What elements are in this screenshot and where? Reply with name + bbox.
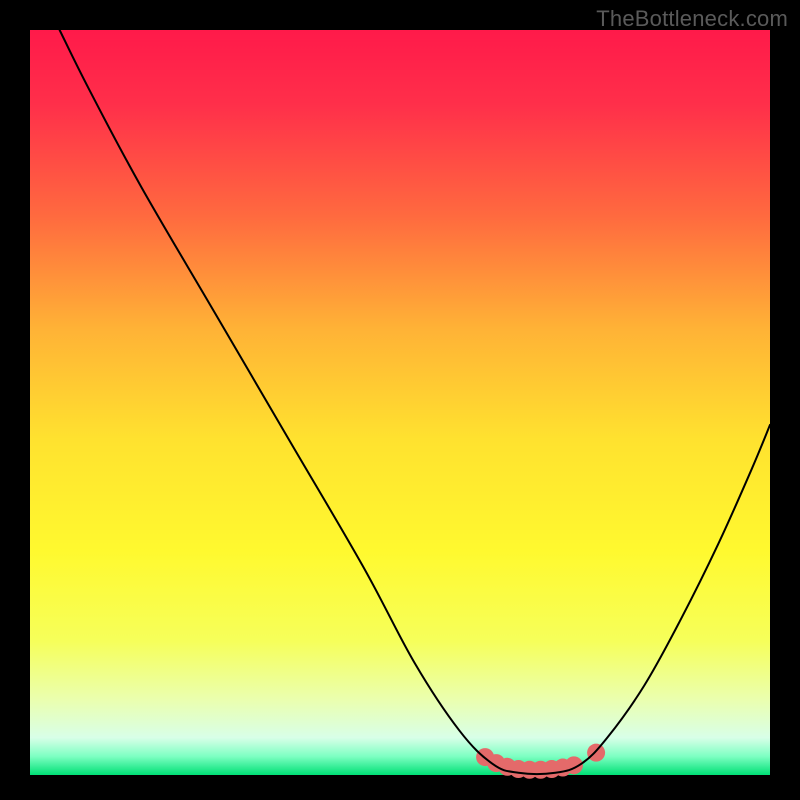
chart-root: TheBottleneck.com <box>0 0 800 800</box>
bottleneck-chart <box>0 0 800 800</box>
plot-area <box>30 30 770 775</box>
highlight-marker <box>587 744 605 762</box>
watermark-text: TheBottleneck.com <box>596 6 788 32</box>
